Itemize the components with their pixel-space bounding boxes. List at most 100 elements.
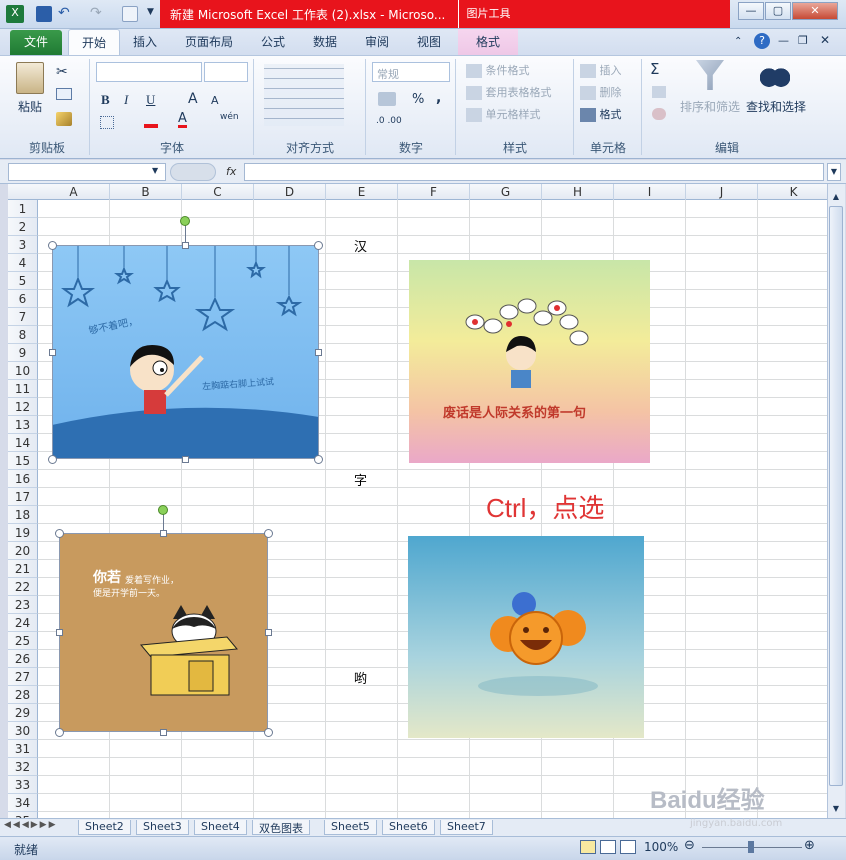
scroll-down-icon[interactable]: ▼ bbox=[829, 804, 843, 816]
column-header-g[interactable]: G bbox=[470, 184, 542, 200]
row-header-23[interactable]: 23 bbox=[8, 596, 38, 614]
picture-3-handle-tr[interactable] bbox=[264, 529, 273, 538]
cut-icon[interactable]: ✂ bbox=[56, 64, 68, 80]
tab-home[interactable]: 开始 bbox=[68, 29, 120, 56]
row-header-19[interactable]: 19 bbox=[8, 524, 38, 542]
picture-1-handle-l[interactable] bbox=[49, 349, 56, 356]
row-header-4[interactable]: 4 bbox=[8, 254, 38, 272]
minimize-icon[interactable]: — bbox=[738, 2, 764, 20]
picture-3-handle-r[interactable] bbox=[265, 629, 272, 636]
picture-1-handle-b[interactable] bbox=[182, 456, 189, 463]
delete-cells-button[interactable]: 删除 bbox=[580, 84, 622, 100]
borders-icon[interactable] bbox=[100, 116, 114, 129]
page-break-view-icon[interactable] bbox=[620, 840, 636, 854]
column-header-e[interactable]: E bbox=[326, 184, 398, 200]
scroll-thumb[interactable] bbox=[829, 206, 843, 786]
cell-e27[interactable]: 哟 bbox=[354, 668, 367, 687]
name-box-dropdown-icon[interactable]: ▼ bbox=[152, 166, 158, 175]
comma-button[interactable]: , bbox=[436, 90, 441, 106]
row-header-31[interactable]: 31 bbox=[8, 740, 38, 758]
column-header-j[interactable]: J bbox=[686, 184, 758, 200]
column-header-i[interactable]: I bbox=[614, 184, 686, 200]
autosum-button[interactable]: Σ bbox=[650, 60, 659, 78]
page-layout-view-icon[interactable] bbox=[600, 840, 616, 854]
font-size-combo[interactable] bbox=[204, 62, 248, 82]
paste-button[interactable]: 粘贴 bbox=[18, 98, 42, 115]
italic-button[interactable]: I bbox=[124, 92, 128, 108]
font-name-combo[interactable] bbox=[96, 62, 202, 82]
clear-icon[interactable] bbox=[652, 108, 666, 120]
row-header-18[interactable]: 18 bbox=[8, 506, 38, 524]
font-color-button[interactable]: A bbox=[178, 112, 187, 128]
name-box[interactable] bbox=[8, 163, 166, 181]
picture-3-handle-br[interactable] bbox=[264, 728, 273, 737]
format-painter-icon[interactable] bbox=[56, 112, 72, 126]
row-header-34[interactable]: 34 bbox=[8, 794, 38, 812]
tab-insert[interactable]: 插入 bbox=[122, 29, 168, 56]
row-header-24[interactable]: 24 bbox=[8, 614, 38, 632]
percent-button[interactable]: % bbox=[412, 92, 424, 107]
column-header-a[interactable]: A bbox=[38, 184, 110, 200]
picture-2-boy-speech-bubbles[interactable]: 废话是人际关系的第一句 bbox=[409, 260, 650, 463]
picture-1-handle-r[interactable] bbox=[315, 349, 322, 356]
picture-3-handle-bl[interactable] bbox=[55, 728, 64, 737]
format-cells-button[interactable]: 格式 bbox=[580, 106, 622, 122]
conditional-format-button[interactable]: 条件格式 bbox=[466, 62, 530, 78]
doc-restore-icon[interactable]: ❐ bbox=[798, 34, 808, 47]
row-header-22[interactable]: 22 bbox=[8, 578, 38, 596]
column-header-h[interactable]: H bbox=[542, 184, 614, 200]
insert-cells-button[interactable]: 插入 bbox=[580, 62, 622, 78]
tab-data[interactable]: 数据 bbox=[304, 29, 346, 56]
row-header-14[interactable]: 14 bbox=[8, 434, 38, 452]
doc-close-icon[interactable]: ✕ bbox=[820, 33, 830, 47]
picture-1-rotate-handle[interactable] bbox=[180, 216, 190, 226]
row-header-2[interactable]: 2 bbox=[8, 218, 38, 236]
row-header-6[interactable]: 6 bbox=[8, 290, 38, 308]
row-header-15[interactable]: 15 bbox=[8, 452, 38, 470]
picture-1-handle-tr[interactable] bbox=[314, 241, 323, 250]
zoom-level[interactable]: 100% bbox=[644, 840, 678, 854]
grow-font-button[interactable]: A bbox=[188, 91, 198, 107]
fill-icon[interactable] bbox=[652, 86, 666, 98]
underline-button[interactable]: U bbox=[146, 92, 155, 108]
sheet-nav-icon[interactable]: ◀◀◀▶▶▶ bbox=[4, 820, 58, 830]
sheet-tab-2[interactable]: Sheet3 bbox=[136, 820, 189, 835]
sheet-tab-1[interactable]: Sheet2 bbox=[78, 820, 131, 835]
row-header-7[interactable]: 7 bbox=[8, 308, 38, 326]
minimize-ribbon-icon[interactable]: ⌃ bbox=[734, 36, 742, 47]
zoom-slider-thumb[interactable] bbox=[748, 841, 754, 853]
close-icon[interactable]: ✕ bbox=[792, 2, 838, 20]
picture-3-rotate-handle[interactable] bbox=[158, 505, 168, 515]
maximize-icon[interactable]: ▢ bbox=[765, 2, 791, 20]
picture-4-smiley-faces[interactable] bbox=[408, 536, 644, 738]
number-format-combo[interactable]: 常规 bbox=[372, 62, 450, 82]
paste-icon[interactable] bbox=[16, 62, 44, 94]
sheet-tab-4[interactable]: 双色图表 bbox=[252, 820, 310, 835]
find-select-button[interactable]: 查找和选择 bbox=[746, 98, 806, 115]
column-header-k[interactable]: K bbox=[758, 184, 830, 200]
picture-3-handle-b[interactable] bbox=[160, 729, 167, 736]
normal-view-icon[interactable] bbox=[580, 840, 596, 854]
row-header-1[interactable]: 1 bbox=[8, 200, 38, 218]
row-header-10[interactable]: 10 bbox=[8, 362, 38, 380]
formula-expand-handle[interactable] bbox=[170, 163, 216, 181]
insert-function-button[interactable]: fx bbox=[226, 165, 236, 178]
row-header-11[interactable]: 11 bbox=[8, 380, 38, 398]
help-icon[interactable]: ? bbox=[754, 33, 770, 49]
undo-icon[interactable]: ↶ bbox=[58, 5, 70, 21]
zoom-out-icon[interactable]: ⊖ bbox=[684, 838, 695, 853]
format-as-table-button[interactable]: 套用表格格式 bbox=[466, 84, 552, 100]
column-header-c[interactable]: C bbox=[182, 184, 254, 200]
picture-3-handle-l[interactable] bbox=[56, 629, 63, 636]
picture-1-handle-br[interactable] bbox=[314, 455, 323, 464]
row-header-27[interactable]: 27 bbox=[8, 668, 38, 686]
column-header-f[interactable]: F bbox=[398, 184, 470, 200]
print-preview-icon[interactable] bbox=[122, 6, 138, 22]
scroll-up-icon[interactable]: ▲ bbox=[829, 192, 843, 204]
column-header-b[interactable]: B bbox=[110, 184, 182, 200]
row-header-9[interactable]: 9 bbox=[8, 344, 38, 362]
cell-styles-button[interactable]: 单元格样式 bbox=[466, 106, 541, 122]
redo-icon[interactable]: ↷ bbox=[90, 5, 102, 21]
zoom-in-icon[interactable]: ⊕ bbox=[804, 838, 815, 853]
row-header-17[interactable]: 17 bbox=[8, 488, 38, 506]
